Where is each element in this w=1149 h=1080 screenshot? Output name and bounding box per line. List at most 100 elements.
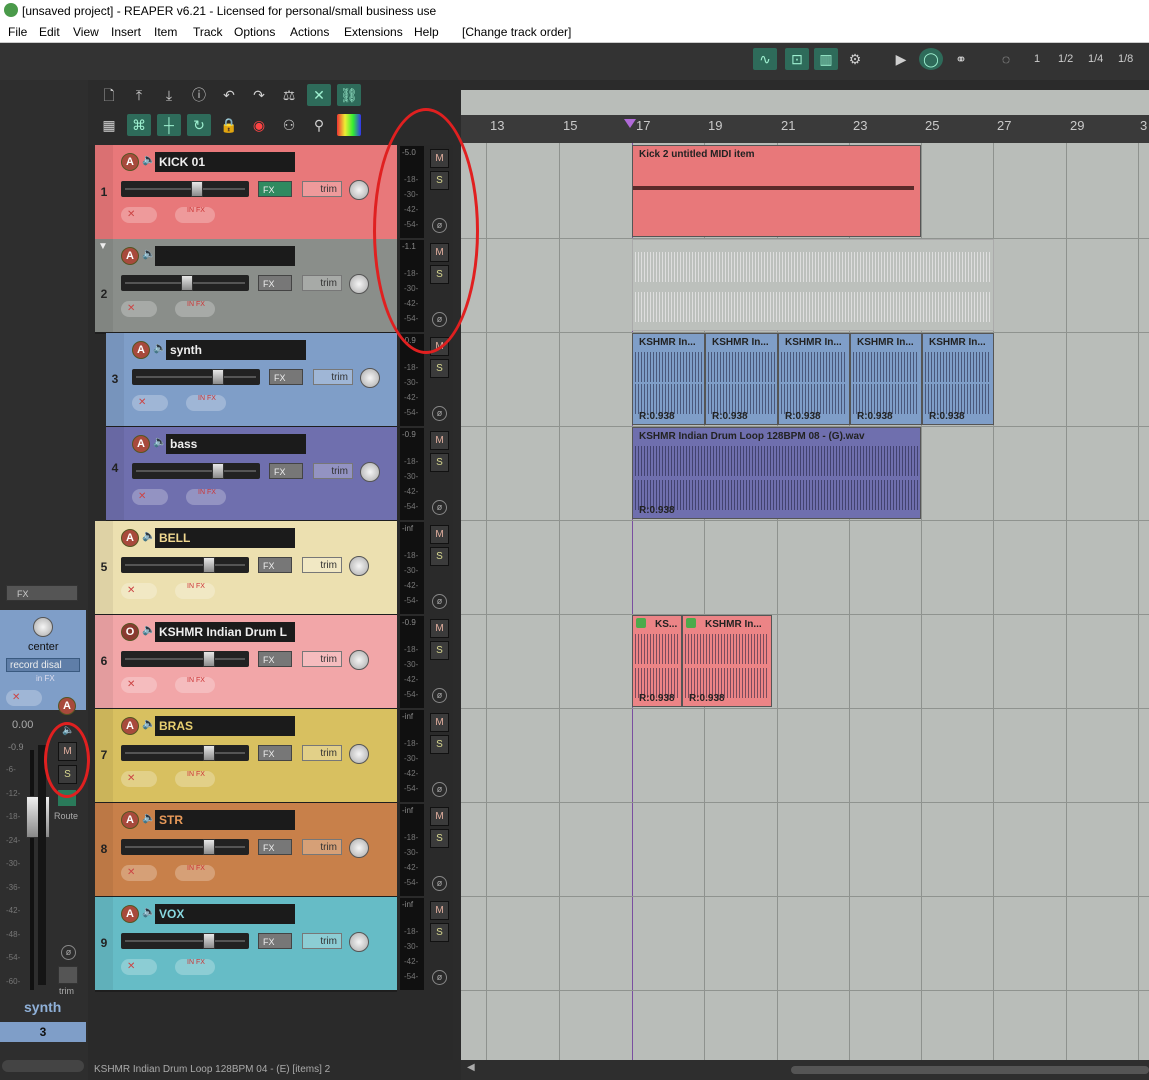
record-arm-button[interactable]: O bbox=[121, 623, 139, 641]
fx-button[interactable]: FX bbox=[258, 651, 292, 667]
solo-button[interactable]: S bbox=[430, 923, 449, 942]
fader-knob[interactable] bbox=[203, 933, 215, 949]
in-fx-button[interactable]: IN FX bbox=[186, 489, 226, 505]
io-route-icon[interactable]: ✕ bbox=[121, 959, 157, 975]
track-9[interactable]: 9 A 🔈 VOX FX trim ✕ IN FX bbox=[95, 897, 397, 992]
fader-knob[interactable] bbox=[212, 369, 224, 385]
menu-file[interactable]: File bbox=[8, 25, 27, 39]
phase-icon[interactable]: ø bbox=[432, 688, 447, 703]
phase-icon[interactable]: ø bbox=[432, 406, 447, 421]
audio-item[interactable]: KS... R:0.938 bbox=[632, 615, 682, 707]
audio-item[interactable]: KSHMR In... R:0.938 bbox=[705, 333, 778, 425]
audio-item[interactable]: KSHMR In... R:0.938 bbox=[778, 333, 850, 425]
fx-button[interactable]: FX bbox=[258, 557, 292, 573]
grid-1-8[interactable]: 1/8 bbox=[1118, 53, 1133, 65]
track-6[interactable]: 6 O 🔈 KSHMR Indian Drum L FX trim ✕ IN F… bbox=[95, 615, 397, 710]
menu-edit[interactable]: Edit bbox=[39, 25, 60, 39]
fader-knob[interactable] bbox=[191, 181, 203, 197]
mute-button[interactable]: M bbox=[430, 431, 449, 450]
undo-icon[interactable]: ↶ bbox=[217, 84, 241, 106]
track-name[interactable]: synth bbox=[166, 340, 306, 360]
io-route-icon[interactable]: ✕ bbox=[121, 301, 157, 317]
loop-icon[interactable]: ↻ bbox=[187, 114, 211, 136]
track-name[interactable]: STR bbox=[155, 810, 295, 830]
in-fx-button[interactable]: IN FX bbox=[175, 959, 215, 975]
trim-button[interactable]: trim bbox=[302, 933, 342, 949]
link-icon[interactable]: ⛓ bbox=[337, 84, 361, 106]
color-icon[interactable] bbox=[337, 114, 361, 136]
pan-knob[interactable] bbox=[349, 556, 369, 576]
menu-insert[interactable]: Insert bbox=[111, 25, 141, 39]
solo-button[interactable]: S bbox=[430, 359, 449, 378]
phase-icon[interactable]: ø bbox=[432, 500, 447, 515]
pan-knob[interactable] bbox=[360, 462, 380, 482]
fx-button[interactable]: FX bbox=[258, 839, 292, 855]
io-route-icon[interactable]: ✕ bbox=[132, 489, 168, 505]
io-route-icon[interactable]: ✕ bbox=[121, 207, 157, 223]
volume-fader[interactable] bbox=[121, 933, 249, 949]
phase-icon[interactable]: ø bbox=[432, 782, 447, 797]
speaker-icon[interactable]: 🔈 bbox=[142, 529, 156, 542]
track-7[interactable]: 7 A 🔈 BRAS FX trim ✕ IN FX bbox=[95, 709, 397, 804]
grid-1-2[interactable]: 1/2 bbox=[1058, 53, 1073, 65]
mixer-icon[interactable]: ▥ bbox=[814, 48, 838, 70]
volume-fader[interactable] bbox=[121, 557, 249, 573]
track-name[interactable]: bass bbox=[166, 434, 306, 454]
snap-icon[interactable]: ⌘ bbox=[127, 114, 151, 136]
play-icon[interactable]: ▶ bbox=[889, 48, 913, 70]
phase-icon[interactable]: ø bbox=[432, 594, 447, 609]
volume-fader[interactable] bbox=[121, 651, 249, 667]
playhead-marker-icon[interactable] bbox=[624, 119, 636, 128]
automation-icon[interactable]: ⚇ bbox=[277, 114, 301, 136]
midi-item[interactable]: Kick 2 untitled MIDI item bbox=[632, 145, 921, 237]
track-name[interactable]: KICK 01 bbox=[155, 152, 295, 172]
in-fx-button[interactable]: IN FX bbox=[175, 583, 215, 599]
track-8[interactable]: 8 A 🔈 STR FX trim ✕ IN FX bbox=[95, 803, 397, 898]
io-route-icon[interactable]: ✕ bbox=[121, 865, 157, 881]
trim-button[interactable]: trim bbox=[302, 651, 342, 667]
io-route-icon[interactable]: ✕ bbox=[121, 583, 157, 599]
io-route-icon[interactable]: ✕ bbox=[132, 395, 168, 411]
track-name[interactable]: VOX bbox=[155, 904, 295, 924]
in-fx-button[interactable]: IN FX bbox=[175, 207, 215, 223]
open-icon[interactable]: ⤒ bbox=[127, 84, 151, 106]
track-1[interactable]: 1 A 🔈 KICK 01 FX trim ✕ IN FX bbox=[95, 145, 397, 241]
fx-button[interactable]: FX bbox=[269, 369, 303, 385]
trim-button[interactable]: trim bbox=[302, 557, 342, 573]
ripple-icon[interactable]: ✕ bbox=[307, 84, 331, 106]
pan-knob[interactable] bbox=[349, 274, 369, 294]
mixer-record-mode-select[interactable]: record disal bbox=[6, 658, 80, 672]
phase-icon[interactable]: ø bbox=[432, 876, 447, 891]
routing-icon[interactable]: ⚲ bbox=[307, 114, 331, 136]
mixer-io-icon[interactable]: ✕ bbox=[6, 690, 42, 706]
menu-actions[interactable]: Actions bbox=[290, 25, 329, 39]
new-file-icon[interactable]: 🗋 bbox=[97, 84, 121, 106]
audio-item[interactable]: KSHMR In... R:0.938 bbox=[682, 615, 772, 707]
cpu-icon[interactable]: ⚙ bbox=[843, 48, 867, 70]
grid-1[interactable]: 1 bbox=[1034, 53, 1040, 65]
fader-knob[interactable] bbox=[203, 651, 215, 667]
grid-icon[interactable]: ▦ bbox=[97, 114, 121, 136]
solo-button[interactable]: S bbox=[430, 829, 449, 848]
record-arm-button[interactable]: A bbox=[121, 717, 139, 735]
horizontal-scrollbar[interactable]: ◀ bbox=[461, 1060, 1149, 1080]
trim-button[interactable]: trim bbox=[302, 839, 342, 855]
audio-item[interactable]: KSHMR Indian Drum Loop 128BPM 08 - (G).w… bbox=[632, 427, 921, 519]
scroll-thumb[interactable] bbox=[791, 1066, 1149, 1074]
fx-button[interactable]: FX bbox=[258, 933, 292, 949]
metronome-icon[interactable]: ◌ bbox=[994, 48, 1018, 70]
solo-button[interactable]: S bbox=[430, 547, 449, 566]
route-label[interactable]: Route bbox=[54, 811, 78, 821]
record-arm-button[interactable]: A bbox=[121, 529, 139, 547]
audio-item[interactable]: KSHMR In... R:0.938 bbox=[632, 333, 705, 425]
mixer-track-name[interactable]: synth bbox=[24, 999, 61, 1015]
trim-button[interactable]: trim bbox=[313, 463, 353, 479]
fader-knob[interactable] bbox=[212, 463, 224, 479]
pan-knob[interactable] bbox=[349, 838, 369, 858]
menu-view[interactable]: View bbox=[73, 25, 99, 39]
fader-knob[interactable] bbox=[203, 745, 215, 761]
in-fx-button[interactable]: IN FX bbox=[175, 301, 215, 317]
record-mode-icon[interactable]: ⚭ bbox=[949, 48, 973, 70]
volume-fader[interactable] bbox=[121, 275, 249, 291]
mixer-trim-icon[interactable] bbox=[58, 966, 78, 984]
